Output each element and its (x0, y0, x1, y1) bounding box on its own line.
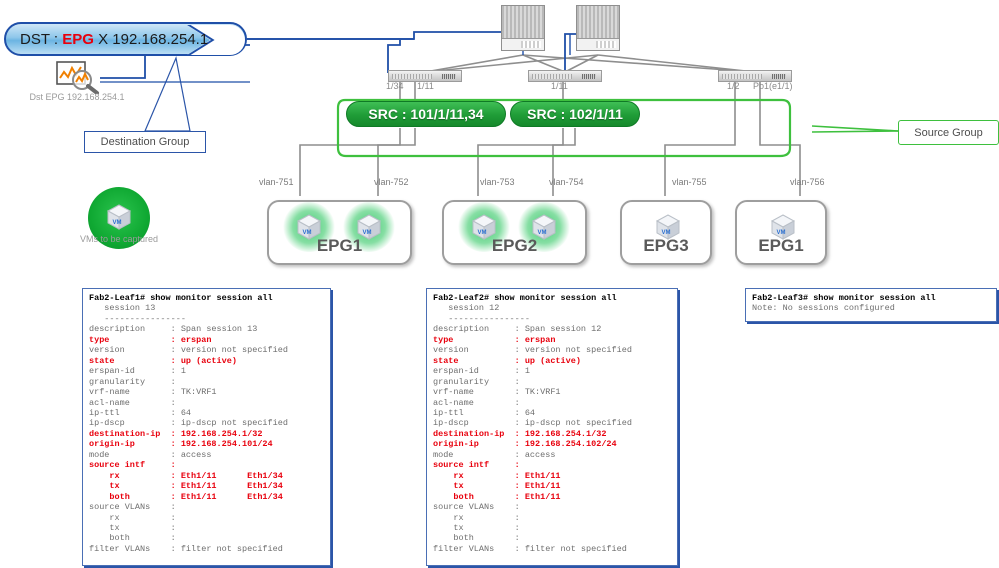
cli-row: state : up (active) (89, 355, 237, 366)
dst-highlight: EPG (62, 30, 94, 48)
vlan-label-751: vlan-751 (259, 177, 294, 187)
cli-row: tx : (89, 522, 176, 533)
svg-text:VM: VM (113, 220, 122, 226)
cli-row: description : Span session 12 (433, 324, 602, 335)
destination-banner: DST : EPG X 192.168.254.1 (4, 22, 247, 56)
cli-session-line: session 12 (433, 303, 500, 314)
cli-session-line: Note: No sessions configured (752, 303, 895, 314)
cli-row: granularity : (89, 376, 176, 387)
cli-panel-leaf1[interactable]: Fab2-Leaf1# show monitor session all ses… (82, 288, 331, 566)
cli-row: destination-ip : 192.168.254.1/32 (433, 428, 607, 439)
destination-group-callout: Destination Group (84, 131, 206, 153)
cli-row: ip-ttl : 64 (433, 407, 536, 418)
cli-row: filter VLANs : filter not specified (89, 543, 283, 554)
cli-row: rx : Eth1/11 Eth1/34 (89, 470, 283, 481)
cli-row: rx : Eth1/11 (433, 470, 561, 481)
cli-prompt: Fab2-Leaf3# show monitor session all (752, 293, 936, 303)
cli-row: origin-ip : 192.168.254.101/24 (89, 439, 273, 450)
cli-row: tx : Eth1/11 Eth1/34 (89, 481, 283, 492)
cli-row: tx : (433, 522, 520, 533)
src-pill-102[interactable]: SRC : 102/1/11 (510, 101, 640, 127)
port-label-1-11-leaf2: 1/11 (551, 81, 568, 91)
vlan-label-752: vlan-752 (374, 177, 409, 187)
port-label-1-34: 1/34 (386, 81, 404, 91)
cli-row: both : (433, 533, 520, 544)
epg-box-4[interactable]: VM EPG1 (735, 200, 827, 265)
epg-label: EPG1 (758, 236, 804, 255)
cli-panel-leaf3[interactable]: Fab2-Leaf3# show monitor session all Not… (745, 288, 997, 322)
cli-row: type : erspan (433, 334, 556, 345)
dst-suffix: X 192.168.254.1 (93, 30, 209, 48)
epg-label: EPG3 (643, 236, 689, 255)
cli-row: destination-ip : 192.168.254.1/32 (89, 428, 263, 439)
port-label-1-2: 1/2 (727, 81, 740, 91)
cli-row: vrf-name : TK:VRF1 (433, 387, 561, 398)
cli-row: erspan-id : 1 (433, 366, 530, 377)
cli-row: both : (89, 533, 176, 544)
cli-row: type : erspan (89, 334, 212, 345)
cli-row: ip-dscp : ip-dscp not specified (433, 418, 632, 429)
source-group-callout: Source Group (898, 120, 999, 145)
destination-banner-text: DST : EPG X 192.168.254.1 (6, 31, 208, 48)
cli-row: both : Eth1/11 (433, 491, 561, 502)
vlan-label-756: vlan-756 (790, 177, 825, 187)
cli-row: tx : Eth1/11 (433, 481, 561, 492)
cli-row: acl-name : (433, 397, 520, 408)
cli-row: version : version not specified (89, 345, 288, 356)
src-pill-101[interactable]: SRC : 101/1/11,34 (346, 101, 506, 127)
cli-row: filter VLANs : filter not specified (433, 543, 627, 554)
cli-row: state : up (active) (433, 355, 581, 366)
cli-row: version : version not specified (433, 345, 632, 356)
cli-row: rx : (89, 512, 176, 523)
cli-row: vrf-name : TK:VRF1 (89, 387, 217, 398)
cli-row: rx : (433, 512, 520, 523)
cli-row: origin-ip : 192.168.254.102/24 (433, 439, 617, 450)
epg-box-3[interactable]: VM EPG3 (620, 200, 712, 265)
cli-prompt: Fab2-Leaf2# show monitor session all (433, 293, 617, 303)
epg-box-2[interactable]: VM VM EPG2 (442, 200, 587, 265)
cli-panel-leaf2[interactable]: Fab2-Leaf2# show monitor session all ses… (426, 288, 678, 566)
epg-label: EPG1 (316, 236, 363, 255)
epg-box-1[interactable]: VM VM EPG1 (267, 200, 412, 265)
cli-row: source VLANs : (89, 502, 176, 513)
spine-chassis-base (502, 38, 544, 50)
cli-row: source intf : (89, 460, 176, 471)
monitor-icon-label: Dst EPG 192.168.254.1 (29, 92, 125, 102)
spine-switch-2 (576, 5, 620, 51)
packet-capture-icon (55, 60, 103, 95)
vlan-label-754: vlan-754 (549, 177, 584, 187)
cli-row: ip-ttl : 64 (89, 407, 192, 418)
cli-row: acl-name : (89, 397, 176, 408)
cli-prompt: Fab2-Leaf1# show monitor session all (89, 293, 273, 303)
cli-session-line: session 13 (89, 303, 156, 314)
cli-row: source VLANs : (433, 502, 520, 513)
cli-row: mode : access (89, 449, 212, 460)
cli-row: both : Eth1/11 Eth1/34 (89, 491, 283, 502)
cli-row: erspan-id : 1 (89, 366, 186, 377)
epg-label: EPG2 (491, 236, 538, 255)
port-label-po1: Po1(e1/1) (753, 81, 793, 91)
capture-vm-label: VMs to be captured (79, 234, 159, 244)
vlan-label-753: vlan-753 (480, 177, 515, 187)
cli-row: source intf : (433, 460, 520, 471)
cli-row: mode : access (433, 449, 556, 460)
port-label-1-11-leaf1: 1/11 (417, 81, 434, 91)
spine-switch-1 (501, 5, 545, 51)
cli-row: granularity : (433, 376, 520, 387)
cli-row: ip-dscp : ip-dscp not specified (89, 418, 288, 429)
vlan-label-755: vlan-755 (672, 177, 707, 187)
cli-row: description : Span session 13 (89, 324, 258, 335)
dst-prefix: DST : (20, 30, 63, 48)
spine-chassis-base (577, 38, 619, 50)
